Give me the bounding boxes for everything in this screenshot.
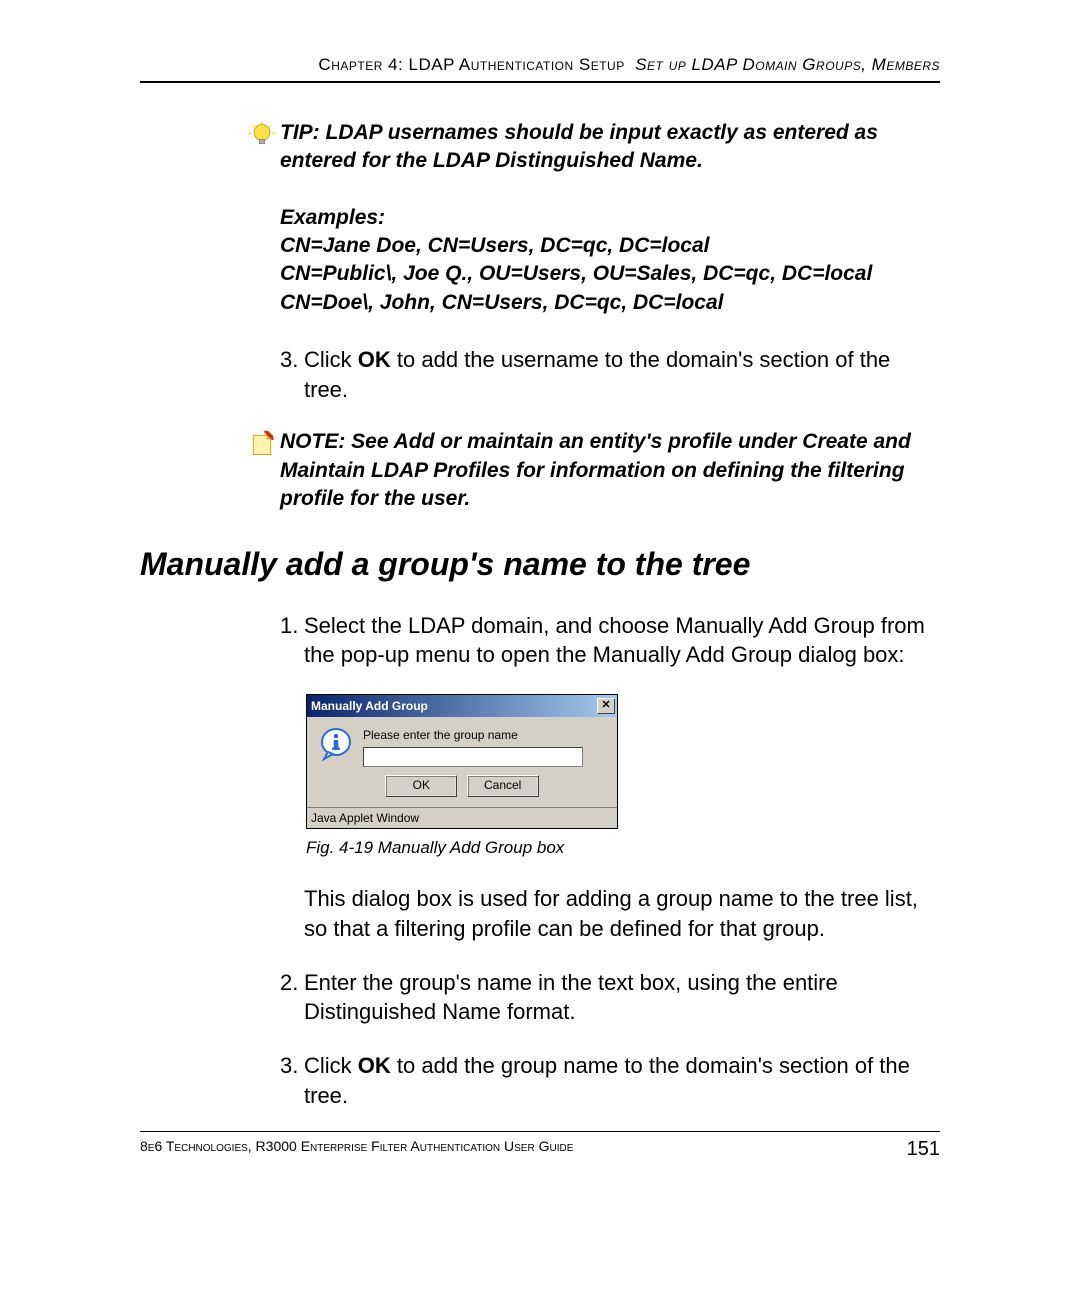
tip-block: TIP: LDAP usernames should be input exac… [248,119,940,176]
content: TIP: LDAP usernames should be input exac… [140,83,940,1110]
tip-label: TIP [280,121,313,144]
tip-text: TIP: LDAP usernames should be input exac… [280,119,940,176]
applet-status-bar: Java Applet Window [307,807,617,828]
ok-button[interactable]: OK [385,775,457,797]
dialog-titlebar: Manually Add Group ✕ [307,695,617,717]
dialog-body: Please enter the group name [307,717,617,775]
header-chapter: Chapter 4: LDAP Authentication Setup [318,55,624,74]
info-icon [319,727,353,761]
dialog-figure: Manually Add Group ✕ Pleas [306,694,940,829]
tip-body: : LDAP usernames should be input exactly… [280,121,878,172]
step-number: 2. [280,968,304,1027]
step-3: 3. Click OK to add the group name to the… [280,1051,940,1110]
examples-label: Examples: [280,204,940,232]
step-body: Enter the group's name in the text box, … [304,968,940,1027]
step-1: 1. Select the LDAP domain, and choose Ma… [280,611,940,670]
step-3-pre: 3. Click OK to add the username to the d… [280,345,940,404]
note-icon [248,430,276,458]
step-body: Click OK to add the group name to the do… [304,1051,940,1110]
page: Chapter 4: LDAP Authentication Setup Set… [0,0,1080,1311]
page-header: Chapter 4: LDAP Authentication Setup Set… [140,55,940,83]
footer-text: 8e6 Technologies, R3000 Enterprise Filte… [140,1138,573,1161]
group-name-input[interactable] [363,747,583,767]
step-number: 3. [280,345,304,404]
dialog-prompt: Please enter the group name [363,727,605,743]
header-section: Set up LDAP Domain Groups, Members [635,55,940,74]
close-icon[interactable]: ✕ [597,698,615,714]
page-number: 151 [907,1138,940,1161]
lightbulb-icon [248,121,276,149]
note-body: : See Add or maintain an entity's profil… [280,430,911,510]
dialog-window: Manually Add Group ✕ Pleas [306,694,618,829]
step-number: 3. [280,1051,304,1110]
page-footer: 8e6 Technologies, R3000 Enterprise Filte… [140,1131,940,1161]
example-line: CN=Doe\, John, CN=Users, DC=qc, DC=local [280,291,723,314]
step-body: Click OK to add the username to the doma… [304,345,940,404]
dialog-buttons: OK Cancel [307,775,617,807]
dialog-title: Manually Add Group [311,698,428,714]
step-number: 1. [280,611,304,670]
step-body: Select the LDAP domain, and choose Manua… [304,611,940,670]
example-line: CN=Public\, Joe Q., OU=Users, OU=Sales, … [280,262,872,285]
step-2: 2. Enter the group's name in the text bo… [280,968,940,1027]
example-line: CN=Jane Doe, CN=Users, DC=qc, DC=local [280,234,710,257]
section-heading: Manually add a group's name to the tree [140,543,940,586]
note-label: NOTE [280,430,338,453]
figure-caption: Fig. 4-19 Manually Add Group box [306,837,940,860]
note-text: NOTE: See Add or maintain an entity's pr… [280,428,940,513]
dialog-body-right: Please enter the group name [363,727,605,767]
note-block: NOTE: See Add or maintain an entity's pr… [248,428,940,513]
examples: Examples: CN=Jane Doe, CN=Users, DC=qc, … [280,204,940,317]
cancel-button[interactable]: Cancel [467,775,539,797]
paragraph-after-figure: This dialog box is used for adding a gro… [280,884,940,943]
